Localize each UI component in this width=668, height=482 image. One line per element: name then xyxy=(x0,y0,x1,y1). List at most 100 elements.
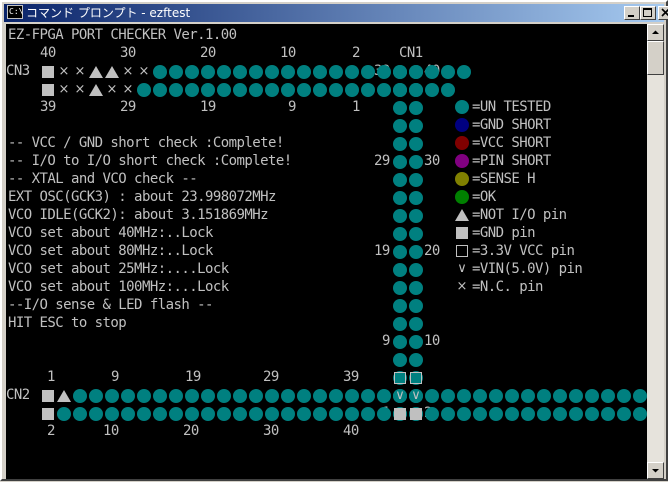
cn2-pin xyxy=(376,388,392,404)
legend-label: =OK xyxy=(472,189,496,205)
close-button[interactable] xyxy=(658,6,668,20)
cn3-label: CN3 xyxy=(6,63,30,79)
cn2-pin xyxy=(536,388,552,404)
window-title: コマンド プロンプト - ezftest xyxy=(26,6,191,20)
cn2-pin xyxy=(56,388,72,404)
cn3-bottom-number: 9 xyxy=(288,99,296,115)
cn2-top-number: 9 xyxy=(111,369,119,385)
cn2-pin xyxy=(504,406,520,422)
cn1-pin xyxy=(392,244,408,260)
cn3-pin xyxy=(40,82,56,98)
cn3-pin xyxy=(152,64,168,80)
scrollbar-thumb[interactable] xyxy=(647,41,664,75)
legend-label: =VCC SHORT xyxy=(472,135,551,151)
cn2-pin xyxy=(552,388,568,404)
cn1-gnd-pin xyxy=(408,406,424,422)
cn3-pin xyxy=(216,64,232,80)
cn2-pin xyxy=(536,406,552,422)
legend-icon xyxy=(454,189,470,205)
legend-label: =VIN(5.0V) pin xyxy=(472,261,583,277)
cn3-bottom-number: 19 xyxy=(200,99,216,115)
cn1-pin xyxy=(392,352,408,368)
cn3-pin xyxy=(376,82,392,98)
cn2-pin xyxy=(616,406,632,422)
cn1-right-number: 30 xyxy=(424,153,440,169)
cn3-pin xyxy=(200,64,216,80)
cn1-pin xyxy=(392,64,408,80)
cn3-bottom-number: 1 xyxy=(352,99,360,115)
cn2-pin xyxy=(280,388,296,404)
cn2-bottom-number: 40 xyxy=(343,423,359,439)
cn2-pin xyxy=(72,406,88,422)
cn1-pin xyxy=(408,262,424,278)
cn1-pin xyxy=(392,136,408,152)
cn3-pin xyxy=(296,64,312,80)
cn2-bottom-number: 2 xyxy=(47,423,55,439)
cn2-pin xyxy=(152,388,168,404)
cn3-pin xyxy=(216,82,232,98)
legend-icon xyxy=(454,135,470,151)
cn2-pin xyxy=(520,406,536,422)
minimize-button[interactable] xyxy=(624,6,640,20)
cn2-pin xyxy=(360,388,376,404)
cn3-pin xyxy=(152,82,168,98)
cn2-pin xyxy=(312,388,328,404)
cn2-pin xyxy=(584,388,600,404)
cn3-top-number: 20 xyxy=(200,45,216,61)
cn3-top-number: 2 xyxy=(352,45,360,61)
cn2-pin xyxy=(632,406,647,422)
cn3-pin xyxy=(248,64,264,80)
message-line: EXT OSC(GCK3) : about 23.998072MHz xyxy=(8,189,276,205)
vertical-scrollbar[interactable] xyxy=(647,24,664,479)
legend-icon xyxy=(454,171,470,187)
cn3-pin xyxy=(312,82,328,98)
cn2-pin xyxy=(72,388,88,404)
title-bar[interactable]: C:\ コマンド プロンプト - ezftest xyxy=(4,4,668,22)
cn3-pin xyxy=(200,82,216,98)
cn3-pin xyxy=(424,82,440,98)
legend-icon: ∨ xyxy=(457,261,467,276)
maximize-button[interactable] xyxy=(640,6,656,20)
legend-label: =UN TESTED xyxy=(472,99,551,115)
console-window: C:\ コマンド プロンプト - ezftest EZ-FPGA PORT CH… xyxy=(0,0,668,481)
legend-label: =PIN SHORT xyxy=(472,153,551,169)
cn2-pin xyxy=(264,388,280,404)
cn3-pin xyxy=(232,64,248,80)
cn1-left-number: 9 xyxy=(382,333,390,349)
cn1-pin xyxy=(408,244,424,260)
message-line: HIT ESC to stop xyxy=(8,315,127,331)
cn2-pin xyxy=(328,388,344,404)
close-icon xyxy=(661,8,668,17)
legend-icon xyxy=(454,117,470,133)
scroll-down-button[interactable] xyxy=(647,462,664,479)
cn1-pin xyxy=(392,316,408,332)
cn2-pin xyxy=(472,388,488,404)
cn2-label: CN2 xyxy=(6,387,30,403)
cn1-pin xyxy=(392,298,408,314)
cn1-left-number: 29 xyxy=(374,153,390,169)
cn2-top-number: 39 xyxy=(343,369,359,385)
cn2-pin xyxy=(88,388,104,404)
scroll-up-button[interactable] xyxy=(647,24,664,41)
cn2-pin xyxy=(424,388,440,404)
legend-label: =SENSE H xyxy=(472,171,536,187)
cn3-pin xyxy=(104,64,120,80)
legend-label: =3.3V VCC pin xyxy=(472,243,575,259)
cn2-pin xyxy=(568,388,584,404)
console-output[interactable]: EZ-FPGA PORT CHECKER Ver.1.00 CN1 CN3 CN… xyxy=(6,24,647,479)
cn1-pin xyxy=(392,262,408,278)
command-prompt-icon[interactable]: C:\ xyxy=(7,5,23,19)
cn3-top-number: 30 xyxy=(120,45,136,61)
cn2-pin xyxy=(184,406,200,422)
cn3-pin xyxy=(456,64,472,80)
cn3-pin xyxy=(184,82,200,98)
cn1-pin xyxy=(408,100,424,116)
cn2-pin xyxy=(632,388,647,404)
cn3-pin xyxy=(88,82,104,98)
legend-icon xyxy=(454,99,470,115)
message-line: VCO set about 25MHz:....Lock xyxy=(8,261,229,277)
cn3-pin xyxy=(280,64,296,80)
cn1-pin xyxy=(392,82,408,98)
cn2-pin xyxy=(552,406,568,422)
cn3-pin xyxy=(376,64,392,80)
